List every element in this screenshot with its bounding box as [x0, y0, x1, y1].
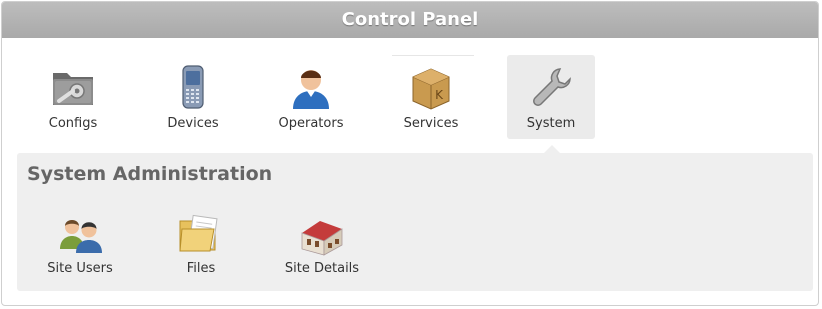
panel-title: Control Panel: [2, 2, 818, 38]
files-button[interactable]: Files: [157, 201, 245, 285]
active-indicator-arrow: [544, 145, 560, 153]
site-users-label: Site Users: [47, 261, 113, 276]
folder-settings-icon: [53, 73, 93, 105]
site-details-button[interactable]: Site Details: [278, 201, 366, 285]
operator-user-icon: [293, 70, 329, 109]
files-label: Files: [186, 261, 216, 276]
site-details-label: Site Details: [284, 261, 360, 276]
configs-button[interactable]: Configs: [29, 55, 117, 139]
services-label: Services: [403, 116, 459, 131]
devices-label: Devices: [167, 116, 219, 131]
operators-label: Operators: [278, 116, 344, 131]
mobile-device-icon: [182, 65, 204, 109]
svg-text:K: K: [435, 88, 444, 102]
services-button[interactable]: K Services: [387, 55, 475, 139]
configs-label: Configs: [48, 116, 98, 131]
section-title: System Administration: [27, 163, 273, 185]
site-users-button[interactable]: Site Users: [36, 201, 124, 285]
package-box-icon: K: [412, 68, 450, 110]
files-folder-icon: [179, 214, 218, 252]
devices-button[interactable]: Devices: [149, 55, 237, 139]
system-administration-section: System Administration Site Users Files S…: [17, 153, 813, 291]
users-icon: [60, 220, 102, 253]
tool-row: Configs Devices Operators K Services Sys…: [2, 55, 818, 141]
operators-button[interactable]: Operators: [267, 55, 355, 139]
wrench-icon: [533, 68, 571, 106]
system-button[interactable]: System: [507, 55, 595, 139]
building-icon: [301, 221, 343, 256]
control-panel: Control Panel Configs Devices Operators …: [1, 1, 819, 306]
system-label: System: [526, 116, 576, 131]
